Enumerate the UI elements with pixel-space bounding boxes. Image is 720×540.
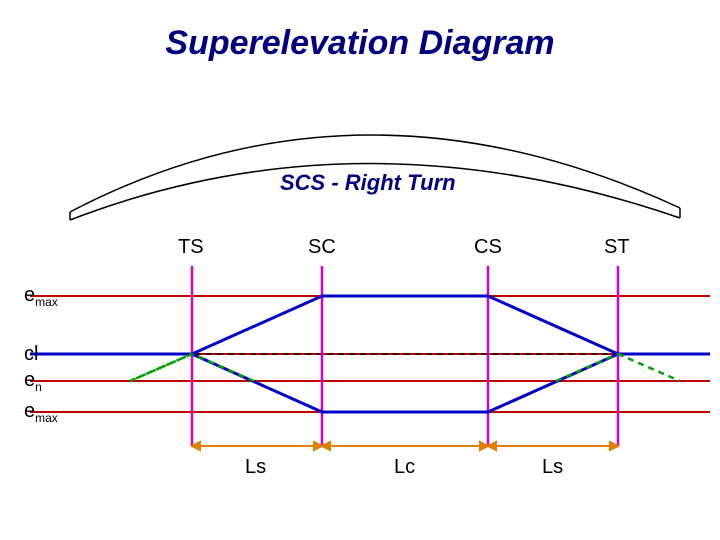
label-cs: CS — [474, 236, 502, 259]
label-ts: TS — [178, 236, 204, 259]
label-en: en — [24, 369, 42, 394]
label-st: ST — [604, 236, 630, 259]
label-emax-bot: emax — [24, 400, 58, 425]
diagram-svg — [0, 0, 720, 540]
label-ls-2: Ls — [542, 456, 563, 479]
label-emax-top: emax — [24, 284, 58, 309]
label-ls-1: Ls — [245, 456, 266, 479]
label-cl: cl — [24, 343, 38, 366]
label-sc: SC — [308, 236, 336, 259]
diagram-subtitle: SCS - Right Turn — [280, 170, 456, 196]
label-lc: Lc — [394, 456, 415, 479]
